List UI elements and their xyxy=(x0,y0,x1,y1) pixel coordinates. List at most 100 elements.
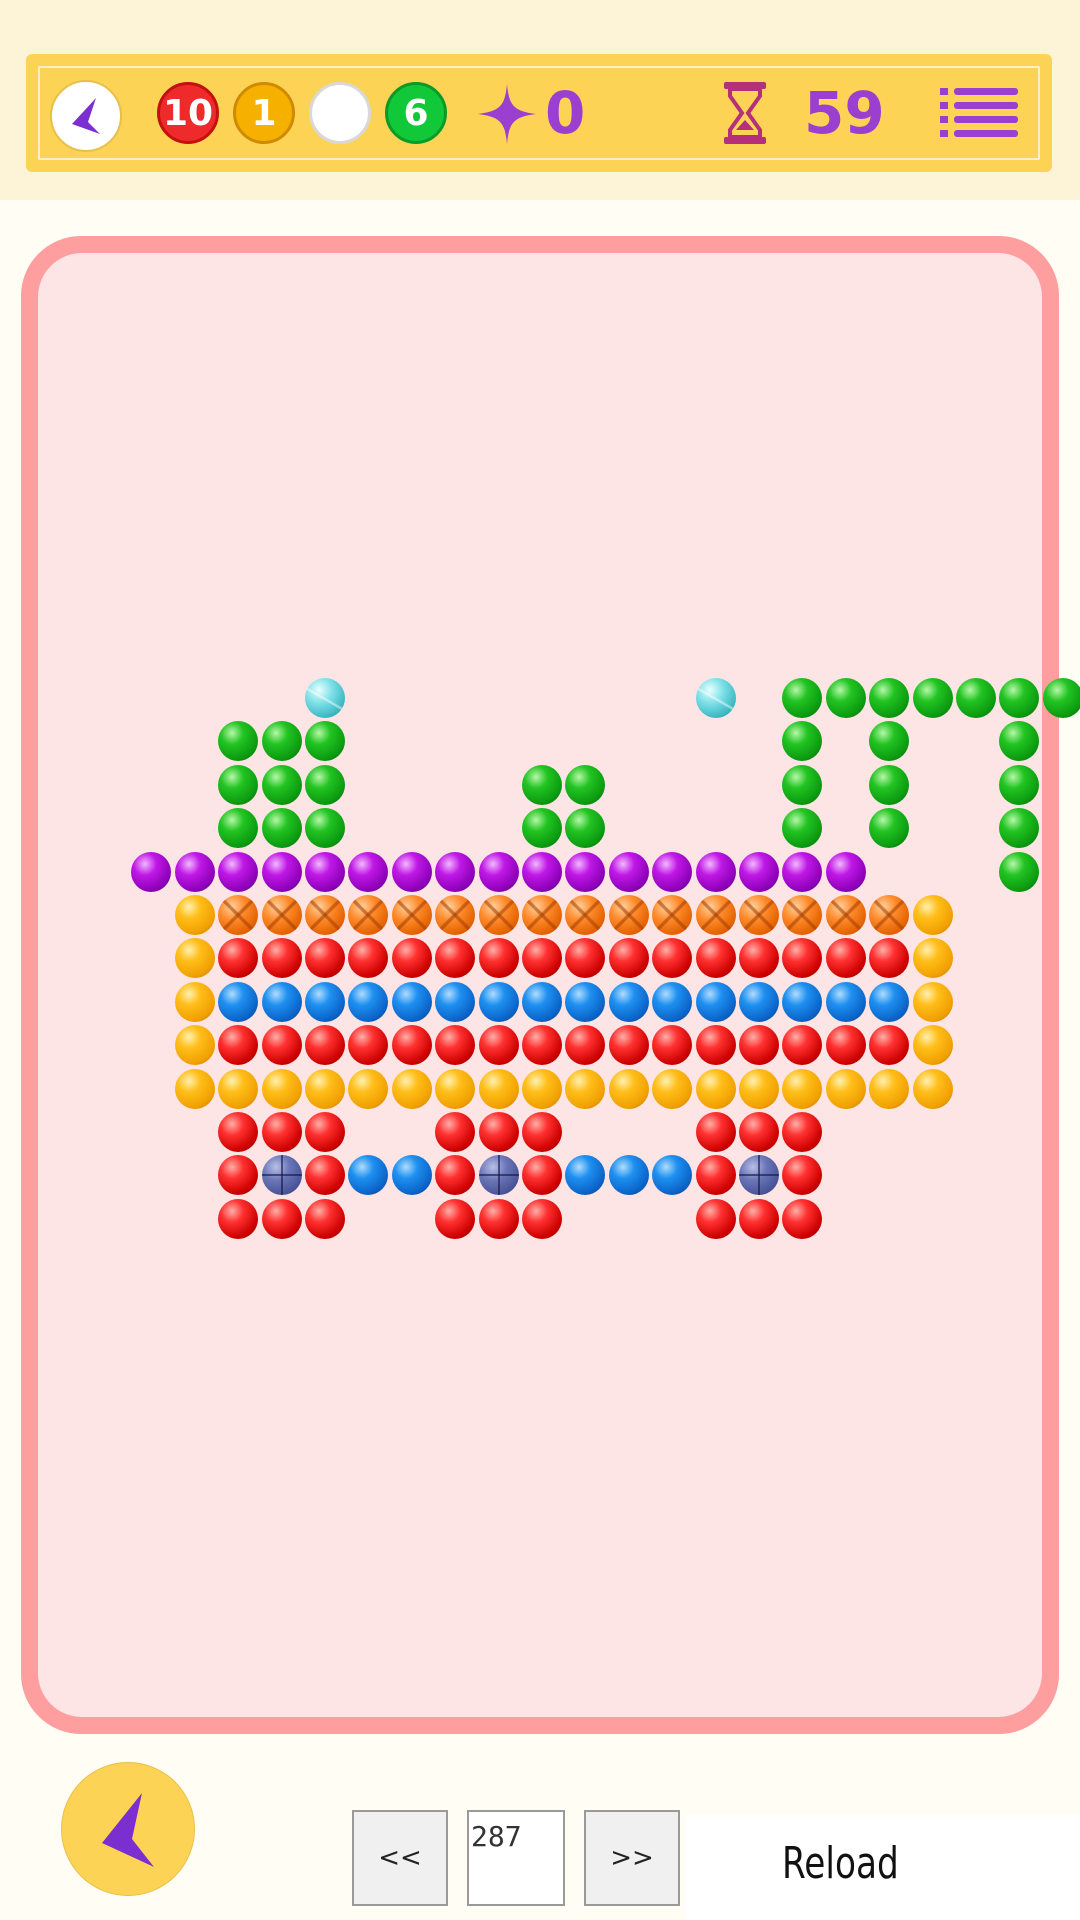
ball-red[interactable] xyxy=(522,1198,562,1239)
ball-orange[interactable] xyxy=(782,895,823,935)
ball-blue[interactable] xyxy=(305,981,345,1022)
ball-purple[interactable] xyxy=(131,851,172,892)
ball-red[interactable] xyxy=(391,938,432,979)
ball-yellow[interactable] xyxy=(305,1068,345,1109)
ball-green[interactable] xyxy=(999,851,1040,892)
ball-red[interactable] xyxy=(261,1112,302,1152)
ball-blue[interactable] xyxy=(391,1155,432,1196)
ball-yellow[interactable] xyxy=(782,1068,823,1109)
ball-red[interactable] xyxy=(261,1198,302,1239)
ball-purple[interactable] xyxy=(174,851,215,892)
ball-red[interactable] xyxy=(739,1025,779,1066)
ball-purple[interactable] xyxy=(478,851,519,892)
ball-red[interactable] xyxy=(435,1112,476,1152)
ball-green[interactable] xyxy=(522,808,562,849)
ball-yellow[interactable] xyxy=(522,1068,562,1109)
ball-cyan[interactable] xyxy=(695,678,736,718)
ball-yellow[interactable] xyxy=(218,1068,259,1109)
ball-red[interactable] xyxy=(782,1112,823,1152)
ball-blue[interactable] xyxy=(608,981,649,1022)
ball-red[interactable] xyxy=(695,1112,736,1152)
ball-red[interactable] xyxy=(348,938,389,979)
ball-green[interactable] xyxy=(999,678,1040,718)
ball-yellow[interactable] xyxy=(478,1068,519,1109)
ball-green[interactable] xyxy=(305,808,345,849)
ball-blue[interactable] xyxy=(825,981,866,1022)
ball-red[interactable] xyxy=(869,938,910,979)
ball-red[interactable] xyxy=(652,938,693,979)
ball-yellow[interactable] xyxy=(912,981,953,1022)
ball-orange[interactable] xyxy=(218,895,259,935)
ball-blue[interactable] xyxy=(261,981,302,1022)
ball-purple[interactable] xyxy=(825,851,866,892)
ball-cyan[interactable] xyxy=(305,678,345,718)
ball-blue[interactable] xyxy=(652,1155,693,1196)
ball-yellow[interactable] xyxy=(174,981,215,1022)
ball-purple[interactable] xyxy=(218,851,259,892)
ball-purple[interactable] xyxy=(739,851,779,892)
ball-green[interactable] xyxy=(782,764,823,805)
ball-orange[interactable] xyxy=(739,895,779,935)
ball-orange[interactable] xyxy=(435,895,476,935)
ball-orange[interactable] xyxy=(608,895,649,935)
ball-red[interactable] xyxy=(825,1025,866,1066)
ball-red[interactable] xyxy=(522,1112,562,1152)
ball-yellow[interactable] xyxy=(391,1068,432,1109)
ball-red[interactable] xyxy=(305,938,345,979)
ball-green[interactable] xyxy=(218,764,259,805)
ball-green[interactable] xyxy=(869,721,910,762)
ball-purple[interactable] xyxy=(391,851,432,892)
ball-yellow[interactable] xyxy=(174,938,215,979)
ball-blue[interactable] xyxy=(565,1155,606,1196)
ball-yellow[interactable] xyxy=(435,1068,476,1109)
ball-orange[interactable] xyxy=(391,895,432,935)
ball-red[interactable] xyxy=(522,938,562,979)
ball-green[interactable] xyxy=(522,764,562,805)
ball-navy[interactable] xyxy=(261,1155,302,1196)
ball-red[interactable] xyxy=(522,1155,562,1196)
ball-red[interactable] xyxy=(305,1112,345,1152)
menu-icon[interactable] xyxy=(940,86,1020,138)
ball-green[interactable] xyxy=(825,678,866,718)
ball-green[interactable] xyxy=(565,808,606,849)
ball-navy[interactable] xyxy=(478,1155,519,1196)
ball-purple[interactable] xyxy=(565,851,606,892)
ball-purple[interactable] xyxy=(608,851,649,892)
bottom-back-button[interactable] xyxy=(61,1762,195,1896)
level-number-input[interactable]: 287 xyxy=(467,1810,565,1906)
ball-yellow[interactable] xyxy=(174,1068,215,1109)
ball-red[interactable] xyxy=(695,1155,736,1196)
ball-red[interactable] xyxy=(348,1025,389,1066)
ball-red[interactable] xyxy=(782,1025,823,1066)
ball-red[interactable] xyxy=(565,1025,606,1066)
ball-red[interactable] xyxy=(435,938,476,979)
ball-blue[interactable] xyxy=(348,1155,389,1196)
ball-blue[interactable] xyxy=(348,981,389,1022)
ball-red[interactable] xyxy=(522,1025,562,1066)
ball-yellow[interactable] xyxy=(912,895,953,935)
ball-red[interactable] xyxy=(478,1198,519,1239)
ball-orange[interactable] xyxy=(869,895,910,935)
ball-green[interactable] xyxy=(999,808,1040,849)
ball-red[interactable] xyxy=(608,938,649,979)
prev-level-button[interactable]: << xyxy=(352,1810,448,1906)
ball-yellow[interactable] xyxy=(869,1068,910,1109)
ball-yellow[interactable] xyxy=(825,1068,866,1109)
ball-navy[interactable] xyxy=(739,1155,779,1196)
ball-green[interactable] xyxy=(305,764,345,805)
ball-blue[interactable] xyxy=(782,981,823,1022)
ball-red[interactable] xyxy=(435,1155,476,1196)
ball-red[interactable] xyxy=(739,1198,779,1239)
ball-orange[interactable] xyxy=(522,895,562,935)
ball-green[interactable] xyxy=(956,678,996,718)
ball-green[interactable] xyxy=(261,764,302,805)
ball-red[interactable] xyxy=(478,1112,519,1152)
ball-red[interactable] xyxy=(782,1155,823,1196)
ball-purple[interactable] xyxy=(652,851,693,892)
ball-green[interactable] xyxy=(782,808,823,849)
ball-red[interactable] xyxy=(391,1025,432,1066)
ball-purple[interactable] xyxy=(695,851,736,892)
reload-button[interactable]: Reload xyxy=(782,1838,899,1889)
ball-red[interactable] xyxy=(652,1025,693,1066)
back-button[interactable] xyxy=(50,80,122,152)
